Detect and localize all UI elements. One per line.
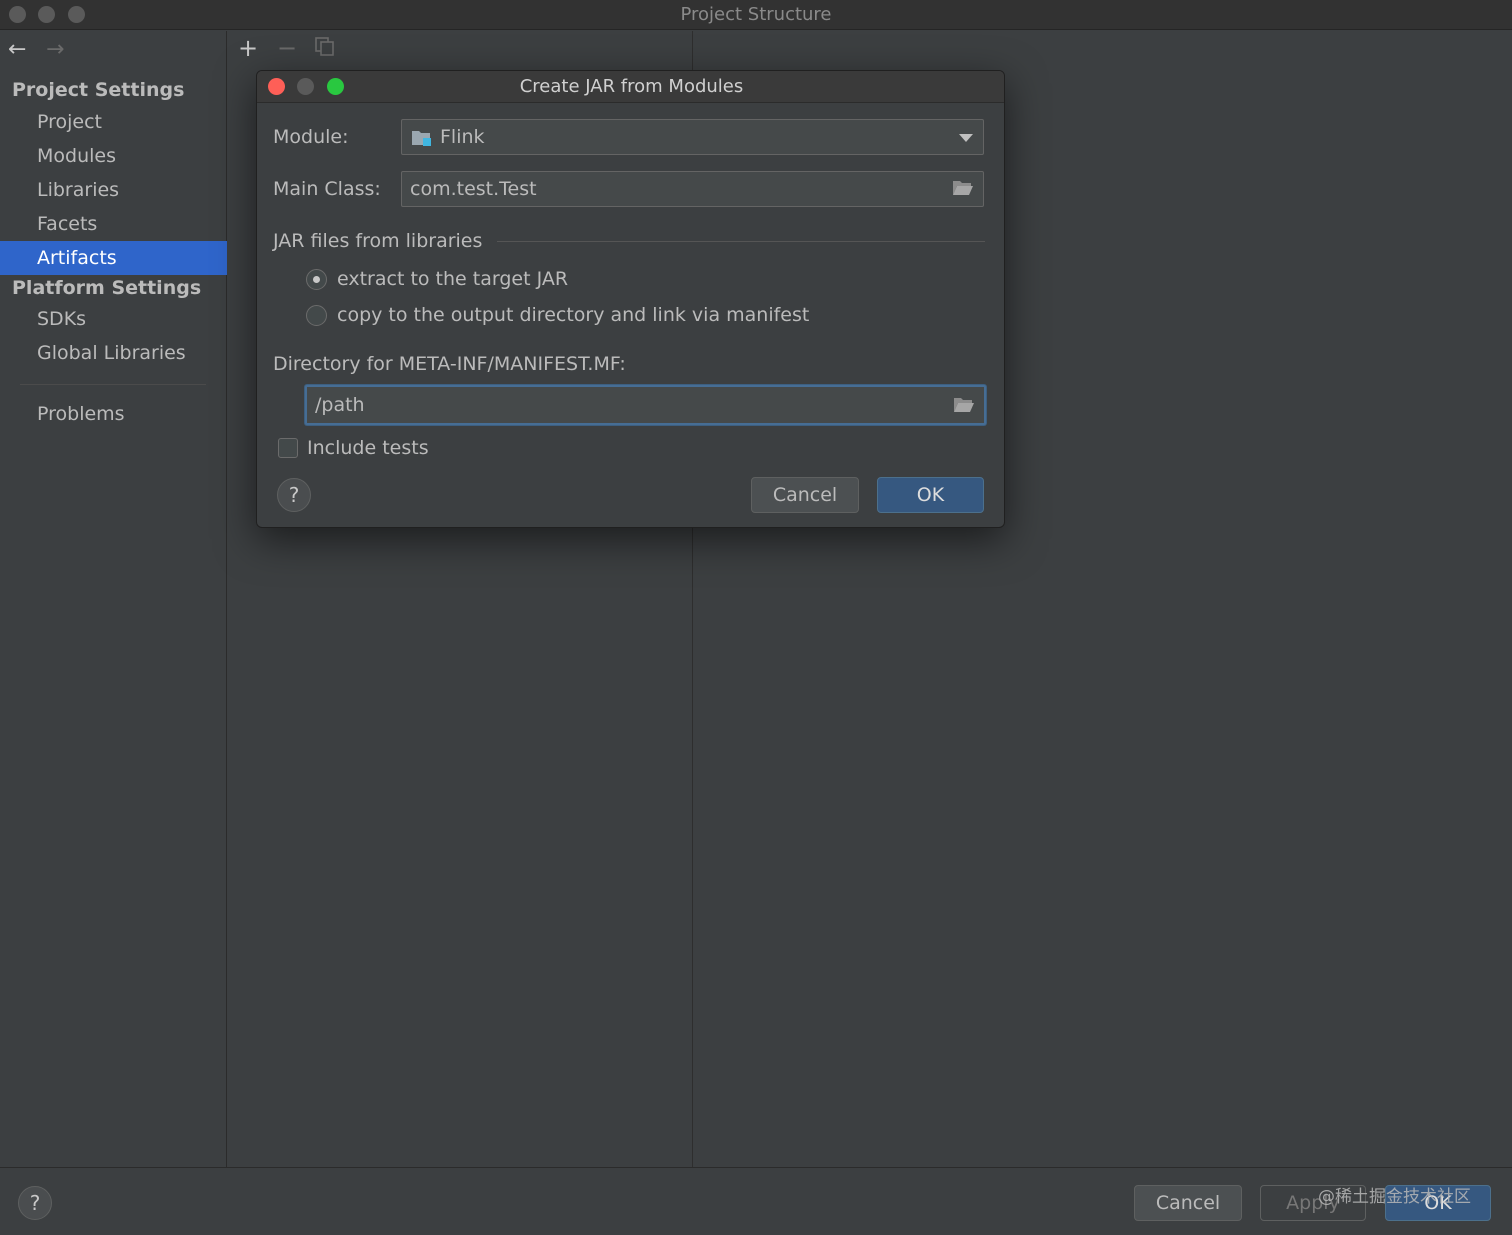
copy-radio-label[interactable]: copy to the output directory and link vi… xyxy=(337,304,809,326)
project-settings-header: Project Settings xyxy=(12,79,185,101)
jar-files-group-label: JAR files from libraries xyxy=(273,230,483,252)
browse-folder-icon[interactable] xyxy=(952,180,974,196)
sidebar: ← → Project Settings Project Modules Lib… xyxy=(0,31,227,1167)
dialog-ok-button[interactable]: OK xyxy=(877,477,984,513)
add-icon[interactable]: + xyxy=(238,34,258,62)
sidebar-item-project[interactable]: Project xyxy=(0,105,227,139)
extract-radio-label[interactable]: extract to the target JAR xyxy=(337,268,568,290)
include-tests-checkbox[interactable] xyxy=(278,438,298,458)
sidebar-item-sdks[interactable]: SDKs xyxy=(0,302,227,336)
remove-icon[interactable]: − xyxy=(277,34,297,62)
module-dropdown[interactable]: Flink xyxy=(401,119,984,155)
sidebar-item-artifacts[interactable]: Artifacts xyxy=(0,241,227,275)
window-title-bar: Project Structure xyxy=(0,0,1512,30)
dialog-title-bar: Create JAR from Modules xyxy=(257,71,1004,103)
manifest-directory-value: /path xyxy=(315,394,365,416)
main-class-input[interactable]: com.test.Test xyxy=(401,171,984,207)
sidebar-item-modules[interactable]: Modules xyxy=(0,139,227,173)
footer-cancel-button[interactable]: Cancel xyxy=(1134,1185,1242,1221)
browse-folder-icon[interactable] xyxy=(953,397,975,413)
copy-radio[interactable] xyxy=(306,305,327,326)
sidebar-item-libraries[interactable]: Libraries xyxy=(0,173,227,207)
dialog-title: Create JAR from Modules xyxy=(519,76,744,97)
manifest-directory-input[interactable]: /path xyxy=(305,385,986,425)
sidebar-item-problems[interactable]: Problems xyxy=(0,397,227,431)
extract-radio[interactable] xyxy=(306,269,327,290)
sidebar-divider xyxy=(20,384,206,385)
window-title: Project Structure xyxy=(680,4,832,25)
main-class-label: Main Class: xyxy=(273,178,381,200)
back-arrow-icon[interactable]: ← xyxy=(8,37,26,62)
chevron-down-icon xyxy=(959,134,973,142)
module-label: Module: xyxy=(273,126,349,148)
dialog-help-button[interactable]: ? xyxy=(277,478,311,512)
main-class-value: com.test.Test xyxy=(410,178,537,200)
sidebar-item-global-libraries[interactable]: Global Libraries xyxy=(0,336,227,370)
group-divider xyxy=(497,241,985,242)
manifest-directory-label: Directory for META-INF/MANIFEST.MF: xyxy=(273,353,626,375)
sidebar-item-facets[interactable]: Facets xyxy=(0,207,227,241)
create-jar-dialog: Create JAR from Modules Module: Flink Ma… xyxy=(256,70,1005,528)
copy-icon[interactable] xyxy=(315,37,335,57)
forward-arrow-icon[interactable]: → xyxy=(46,37,64,62)
include-tests-label[interactable]: Include tests xyxy=(307,437,429,459)
module-value: Flink xyxy=(440,126,485,148)
platform-settings-header: Platform Settings xyxy=(12,277,202,299)
watermark: @稀土掘金技术社区 xyxy=(1318,1187,1471,1207)
module-folder-icon xyxy=(412,131,431,146)
footer-help-button[interactable]: ? xyxy=(18,1186,52,1220)
dialog-cancel-button[interactable]: Cancel xyxy=(751,477,859,513)
